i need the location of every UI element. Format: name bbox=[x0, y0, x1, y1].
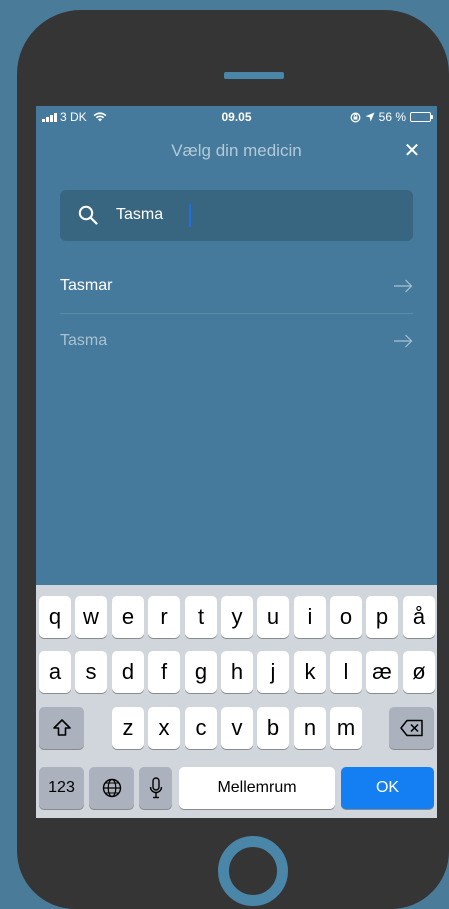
search-icon bbox=[78, 205, 98, 225]
app-screen: 3 DK 09.05 56 % Vælg din medicin ✕ Tasma… bbox=[36, 106, 437, 818]
ok-key[interactable]: OK bbox=[341, 767, 434, 809]
shift-icon bbox=[52, 719, 71, 736]
globe-key[interactable] bbox=[89, 767, 134, 809]
key[interactable]: ø bbox=[403, 651, 435, 693]
key[interactable]: a bbox=[39, 651, 71, 693]
globe-icon bbox=[102, 778, 121, 798]
key[interactable]: c bbox=[185, 707, 217, 749]
key[interactable]: b bbox=[257, 707, 289, 749]
speaker-grille bbox=[224, 72, 284, 79]
arrow-right-icon bbox=[394, 279, 413, 293]
key[interactable]: i bbox=[294, 596, 326, 638]
battery-icon bbox=[410, 112, 433, 122]
key[interactable]: t bbox=[185, 596, 217, 638]
key[interactable]: p bbox=[366, 596, 398, 638]
search-input[interactable] bbox=[116, 200, 396, 230]
result-label: Tasma bbox=[60, 332, 108, 349]
numbers-key[interactable]: 123 bbox=[39, 767, 84, 809]
key[interactable]: y bbox=[221, 596, 253, 638]
key[interactable]: d bbox=[112, 651, 144, 693]
key[interactable]: x bbox=[148, 707, 180, 749]
key[interactable]: k bbox=[294, 651, 326, 693]
key[interactable]: r bbox=[148, 596, 180, 638]
key[interactable]: v bbox=[221, 707, 253, 749]
on-screen-keyboard: q w e r t y u i o p å a s d f g h j k l … bbox=[36, 585, 437, 818]
key[interactable]: l bbox=[330, 651, 362, 693]
key[interactable]: e bbox=[112, 596, 144, 638]
key[interactable]: æ bbox=[366, 651, 398, 693]
result-item-tasmar[interactable]: Tasmar bbox=[60, 259, 413, 313]
key[interactable]: s bbox=[75, 651, 107, 693]
space-key[interactable]: Mellemrum bbox=[179, 767, 335, 809]
key[interactable]: o bbox=[330, 596, 362, 638]
result-item-tasma[interactable]: Tasma bbox=[60, 314, 413, 368]
location-arrow-icon bbox=[365, 112, 375, 122]
status-bar: 3 DK 09.05 56 % bbox=[36, 106, 437, 128]
battery-percent: 56 % bbox=[378, 110, 406, 124]
arrow-right-icon bbox=[394, 334, 413, 348]
key[interactable]: z bbox=[112, 707, 144, 749]
dictation-key[interactable] bbox=[139, 767, 172, 809]
key[interactable]: n bbox=[294, 707, 326, 749]
microphone-icon bbox=[149, 777, 162, 799]
rotation-lock-icon bbox=[350, 112, 361, 122]
key[interactable]: å bbox=[403, 596, 435, 638]
key[interactable]: u bbox=[257, 596, 289, 638]
key[interactable]: h bbox=[221, 651, 253, 693]
backspace-key[interactable] bbox=[389, 707, 434, 749]
key[interactable]: f bbox=[148, 651, 180, 693]
shift-key[interactable] bbox=[39, 707, 84, 749]
search-bar bbox=[60, 190, 413, 241]
backspace-icon bbox=[399, 719, 423, 737]
key[interactable]: g bbox=[185, 651, 217, 693]
page-title: Vælg din medicin bbox=[171, 141, 302, 160]
close-icon[interactable]: ✕ bbox=[401, 138, 423, 163]
result-label: Tasmar bbox=[60, 277, 113, 294]
text-cursor bbox=[189, 204, 191, 227]
key[interactable]: q bbox=[39, 596, 71, 638]
key[interactable]: w bbox=[75, 596, 107, 638]
home-button[interactable] bbox=[218, 836, 288, 906]
key[interactable]: m bbox=[330, 707, 362, 749]
key[interactable]: j bbox=[257, 651, 289, 693]
